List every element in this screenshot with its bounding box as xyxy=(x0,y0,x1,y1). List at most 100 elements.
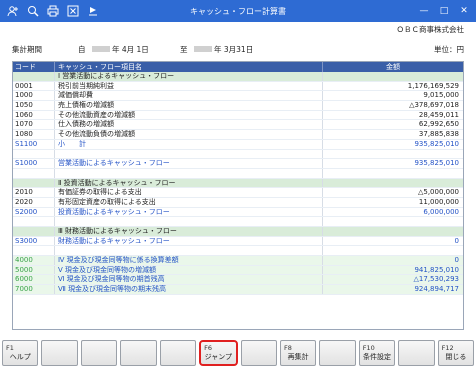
row-name: Ⅰ 営業活動によるキャッシュ・フロー xyxy=(55,72,323,81)
row-amount: 0 xyxy=(454,256,459,265)
table-row[interactable]: 1050 売上債権の増減額 △378,697,018 xyxy=(13,101,463,111)
table-row[interactable]: Ⅲ 財務活動によるキャッシュ・フロー xyxy=(13,227,463,237)
fkey-blank-button[interactable] xyxy=(398,340,435,366)
maximize-button[interactable]: □ xyxy=(434,0,454,22)
fkey-blank-button[interactable] xyxy=(80,340,118,366)
row-name: Ⅱ 投資活動によるキャッシュ・フロー xyxy=(55,178,323,188)
minimize-button[interactable]: — xyxy=(414,0,434,22)
row-code: 2010 xyxy=(13,188,55,197)
period-to-date: 年 3月31日 xyxy=(214,45,254,54)
period-from-date: 年 4月 1日 xyxy=(112,45,149,54)
table-row[interactable]: 1060 その他流動資産の増減額 28,459,011 xyxy=(13,110,463,121)
row-name: 営業活動によるキャッシュ・フロー xyxy=(55,159,323,168)
table-row[interactable] xyxy=(13,246,463,257)
print-icon[interactable] xyxy=(46,4,60,18)
close-button[interactable]: ✕ xyxy=(454,0,474,22)
row-name: 有形固定資産の取得による支出 xyxy=(55,197,323,207)
table-row[interactable]: S1100 小 計 935,825,010 xyxy=(13,139,463,150)
row-name xyxy=(55,246,323,256)
row-code xyxy=(13,227,55,236)
table-row[interactable]: Ⅰ 営業活動によるキャッシュ・フロー xyxy=(13,72,463,82)
period-row: 集計期間 自 年 4月 1日 至 年 3月31日 単位：円 xyxy=(12,44,464,56)
table-row[interactable]: 6000 Ⅵ 現金及び現金同等物の期首残高 △17,530,293 xyxy=(13,275,463,286)
fkey-blank-button[interactable] xyxy=(240,340,277,366)
row-name: 売上債権の増減額 xyxy=(55,101,323,110)
fkey-label: ジャンプ xyxy=(204,353,233,361)
row-amount: 935,825,010 xyxy=(414,159,459,168)
row-name: Ⅵ 現金及び現金同等物の期首残高 xyxy=(55,275,323,285)
table-header: コード キャッシュ・フロー項目名 金額 xyxy=(13,62,463,72)
row-name: Ⅴ 現金及び現金同等物の増減額 xyxy=(55,265,323,275)
row-amount: 0 xyxy=(454,236,459,245)
fkey-number: F8 xyxy=(283,344,292,352)
fkey-f8-button[interactable]: F8 再集計 xyxy=(279,340,317,366)
table-row[interactable]: 1000 減価償却費 9,015,000 xyxy=(13,91,463,102)
table-row[interactable]: S1000 営業活動によるキャッシュ・フロー 935,825,010 xyxy=(13,159,463,169)
period-from-prefix: 自 xyxy=(78,45,86,54)
row-amount: 37,885,838 xyxy=(418,130,459,139)
row-name xyxy=(55,168,323,178)
row-name: 税引前当期純利益 xyxy=(55,81,323,91)
fkey-number: F12 xyxy=(441,344,454,352)
row-code: 4000 xyxy=(13,256,55,265)
table-row[interactable] xyxy=(13,168,463,179)
title-bar: キャッシュ・フロー計算書 — □ ✕ xyxy=(0,0,476,22)
fkey-blank-button[interactable] xyxy=(319,340,356,366)
fkey-blank-button[interactable] xyxy=(159,340,197,366)
unit-label: 単位：円 xyxy=(434,45,464,54)
table-row[interactable]: 1080 その他流動負債の増減額 37,885,838 xyxy=(13,130,463,140)
fkey-blank-button[interactable] xyxy=(120,340,157,366)
row-code: 5000 xyxy=(13,265,55,275)
row-amount xyxy=(323,217,463,226)
function-key-bar: F1 ヘルプ F6 ジャンプ F8 再集計 F10 条件設定 F12 閉じる xyxy=(2,340,475,366)
table-row[interactable]: Ⅱ 投資活動によるキャッシュ・フロー xyxy=(13,178,463,189)
row-code: S2000 xyxy=(13,207,55,217)
header-name: キャッシュ・フロー項目名 xyxy=(55,62,323,72)
row-code: 1070 xyxy=(13,120,55,130)
toolbar xyxy=(0,4,160,18)
row-code xyxy=(13,168,55,178)
settings-icon[interactable] xyxy=(86,4,100,18)
period-to-prefix: 至 xyxy=(180,45,188,54)
fkey-blank-button[interactable] xyxy=(41,340,78,366)
period-to-year-redacted xyxy=(194,44,213,53)
fkey-number: F10 xyxy=(362,344,375,352)
row-code: 2020 xyxy=(13,197,55,207)
zoom-icon[interactable] xyxy=(26,4,40,18)
table-row[interactable]: 2020 有形固定資産の取得による支出 11,000,000 xyxy=(13,197,463,208)
table-row[interactable]: 0001 税引前当期純利益 1,176,169,529 xyxy=(13,81,463,92)
table-row[interactable]: S2000 投資活動によるキャッシュ・フロー 6,000,000 xyxy=(13,207,463,218)
row-amount xyxy=(323,150,463,159)
row-amount: △17,530,293 xyxy=(413,275,459,284)
row-amount: 935,825,010 xyxy=(414,139,459,148)
row-amount xyxy=(323,72,463,81)
row-name: 小 計 xyxy=(55,139,323,149)
table-row[interactable]: 4000 Ⅳ 現金及び現金同等物に係る換算差額 0 xyxy=(13,256,463,266)
row-amount: 62,992,650 xyxy=(418,120,459,129)
fkey-f12-button[interactable]: F12 閉じる xyxy=(437,340,475,366)
fkey-f10-button[interactable]: F10 条件設定 xyxy=(358,340,396,366)
table-row[interactable]: 2010 有価証券の取得による支出 △5,000,000 xyxy=(13,188,463,198)
row-code: 7000 xyxy=(13,285,55,294)
row-name: Ⅲ 財務活動によるキャッシュ・フロー xyxy=(55,227,323,236)
table-body: Ⅰ 営業活動によるキャッシュ・フロー 0001 税引前当期純利益 1,176,169,… xyxy=(13,72,463,295)
row-code: 1000 xyxy=(13,91,55,101)
excel-icon[interactable] xyxy=(66,4,80,18)
add-user-icon[interactable] xyxy=(6,4,20,18)
table-row[interactable]: S3000 財務活動によるキャッシュ・フロー 0 xyxy=(13,236,463,247)
fkey-f6-button[interactable]: F6 ジャンプ xyxy=(199,340,238,366)
row-amount: △5,000,000 xyxy=(417,188,459,197)
row-code: S1000 xyxy=(13,159,55,168)
row-amount: 1,176,169,529 xyxy=(407,81,459,90)
table-row[interactable] xyxy=(13,217,463,227)
fkey-f1-button[interactable]: F1 ヘルプ xyxy=(2,340,39,366)
table-row[interactable] xyxy=(13,149,463,160)
table-row[interactable]: 5000 Ⅴ 現金及び現金同等物の増減額 941,825,010 xyxy=(13,265,463,276)
table-row[interactable]: 1070 仕入債務の増減額 62,992,650 xyxy=(13,120,463,131)
row-code xyxy=(13,149,55,159)
row-code: 0001 xyxy=(13,81,55,91)
table-row[interactable]: 7000 Ⅶ 現金及び現金同等物の期末残高 924,894,717 xyxy=(13,285,463,295)
row-amount: 9,015,000 xyxy=(423,91,459,100)
row-name: 投資活動によるキャッシュ・フロー xyxy=(55,207,323,217)
period-label: 集計期間 xyxy=(12,45,42,54)
